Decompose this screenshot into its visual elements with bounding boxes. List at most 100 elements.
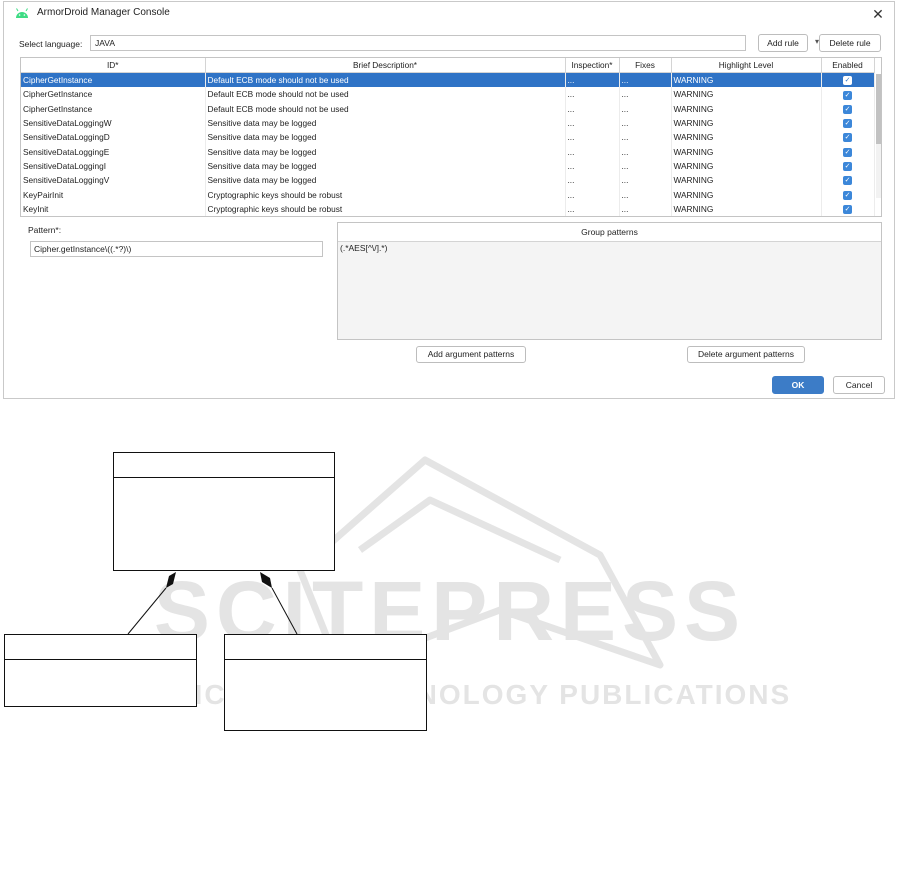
table-row[interactable]: CipherGetInstance Default ECB mode should… [21, 72, 875, 88]
cell-id[interactable]: SensitiveDataLoggingI [21, 158, 206, 174]
cell-fixes[interactable]: ... [619, 201, 672, 216]
add-argument-patterns-button[interactable]: Add argument patterns [416, 346, 526, 363]
ok-button[interactable]: OK [772, 376, 824, 394]
cell-inspection[interactable]: ... [565, 173, 620, 188]
cell-inspection[interactable]: ... [565, 144, 620, 159]
cell-highlight-level[interactable]: WARNING [671, 101, 822, 116]
cell-enabled: ✓ [821, 130, 875, 145]
cell-id[interactable]: CipherGetInstance [21, 101, 206, 116]
cell-highlight-level[interactable]: WARNING [671, 87, 822, 102]
table-row[interactable]: SensitiveDataLoggingW Sensitive data may … [21, 115, 875, 131]
cell-id[interactable]: SensitiveDataLoggingE [21, 144, 206, 159]
cell-description[interactable]: Default ECB mode should not be used [205, 72, 566, 88]
cell-fixes[interactable]: ... [619, 158, 672, 174]
table-row[interactable]: SensitiveDataLoggingE Sensitive data may … [21, 144, 875, 159]
cell-highlight-level[interactable]: WARNING [671, 201, 822, 216]
enabled-checkbox[interactable]: ✓ [843, 104, 852, 114]
table-row[interactable]: SensitiveDataLoggingI Sensitive data may … [21, 158, 875, 174]
enabled-checkbox[interactable]: ✓ [843, 162, 852, 172]
column-header-enabled[interactable]: Enabled [821, 58, 875, 73]
cell-fixes[interactable]: ... [619, 101, 672, 116]
cell-inspection[interactable]: ... [565, 87, 620, 102]
cell-id[interactable]: SensitiveDataLoggingW [21, 115, 206, 131]
cell-description[interactable]: Default ECB mode should not be used [205, 101, 566, 116]
table-row[interactable]: CipherGetInstance Default ECB mode should… [21, 101, 875, 116]
cell-fixes[interactable]: ... [619, 144, 672, 159]
delete-rule-button[interactable]: Delete rule [819, 34, 881, 52]
cell-description[interactable]: Sensitive data may be logged [205, 158, 566, 174]
cell-description[interactable]: Sensitive data may be logged [205, 130, 566, 145]
column-header-fixes[interactable]: Fixes [619, 58, 672, 73]
cell-fixes[interactable]: ... [619, 173, 672, 188]
column-header-inspection[interactable]: Inspection* [565, 58, 620, 73]
cell-description[interactable]: Default ECB mode should not be used [205, 87, 566, 102]
cell-highlight-level[interactable]: WARNING [671, 187, 822, 202]
cell-inspection[interactable]: ... [565, 115, 620, 131]
cell-highlight-level[interactable]: WARNING [671, 173, 822, 188]
uml-class-right [224, 634, 427, 731]
scrollbar-thumb[interactable] [876, 74, 881, 144]
column-header-highlight-level[interactable]: Highlight Level [671, 58, 822, 73]
cell-highlight-level[interactable]: WARNING [671, 158, 822, 174]
group-patterns-body [338, 242, 881, 339]
cell-description[interactable]: Cryptographic keys should be robust [205, 201, 566, 216]
delete-argument-patterns-button[interactable]: Delete argument patterns [687, 346, 805, 363]
cell-description[interactable]: Sensitive data may be logged [205, 144, 566, 159]
close-icon[interactable]: ✕ [868, 5, 888, 23]
cell-inspection[interactable]: ... [565, 158, 620, 174]
enabled-checkbox[interactable]: ✓ [843, 90, 852, 100]
table-row[interactable]: SensitiveDataLoggingV Sensitive data may … [21, 173, 875, 188]
enabled-checkbox[interactable]: ✓ [843, 133, 852, 143]
cell-id[interactable]: KeyInit [21, 201, 206, 216]
cell-inspection[interactable]: ... [565, 72, 620, 88]
cell-enabled: ✓ [821, 158, 875, 174]
cell-id[interactable]: SensitiveDataLoggingV [21, 173, 206, 188]
cell-id[interactable]: CipherGetInstance [21, 87, 206, 102]
table-row[interactable]: KeyPairInit Cryptographic keys should be … [21, 187, 875, 202]
cell-highlight-level[interactable]: WARNING [671, 130, 822, 145]
uml-class-parent-name [114, 453, 334, 478]
cell-inspection[interactable]: ... [565, 130, 620, 145]
enabled-checkbox[interactable]: ✓ [843, 176, 852, 186]
uml-class-parent [113, 452, 335, 571]
cell-highlight-level[interactable]: WARNING [671, 115, 822, 131]
column-header-description[interactable]: Brief Description* [205, 58, 566, 73]
enabled-checkbox[interactable]: ✓ [843, 119, 852, 129]
pattern-label: Pattern*: [28, 225, 62, 235]
cell-highlight-level[interactable]: WARNING [671, 144, 822, 159]
cell-description[interactable]: Sensitive data may be logged [205, 115, 566, 131]
enabled-checkbox[interactable]: ✓ [843, 204, 852, 214]
language-select-value: JAVA [95, 38, 115, 48]
cell-inspection[interactable]: ... [565, 101, 620, 116]
table-scrollbar[interactable] [876, 74, 881, 198]
cell-inspection[interactable]: ... [565, 201, 620, 216]
cell-highlight-level[interactable]: WARNING [671, 72, 822, 88]
uml-composition-diamond-left [166, 572, 176, 588]
cell-fixes[interactable]: ... [619, 72, 672, 88]
cancel-button[interactable]: Cancel [833, 376, 885, 394]
table-row[interactable]: SensitiveDataLoggingD Sensitive data may … [21, 130, 875, 145]
column-header-id[interactable]: ID* [21, 58, 206, 73]
cell-inspection[interactable]: ... [565, 187, 620, 202]
add-rule-button[interactable]: Add rule [758, 34, 808, 52]
enabled-checkbox[interactable]: ✓ [843, 76, 852, 86]
cell-fixes[interactable]: ... [619, 87, 672, 102]
cell-description[interactable]: Sensitive data may be logged [205, 173, 566, 188]
cell-enabled: ✓ [821, 201, 875, 216]
uml-composition-diamond-right [260, 572, 272, 588]
cell-id[interactable]: CipherGetInstance [21, 72, 206, 88]
pattern-input[interactable]: Cipher.getInstance\((.*?)\) [30, 241, 323, 257]
cell-description[interactable]: Cryptographic keys should be robust [205, 187, 566, 202]
cell-id[interactable]: SensitiveDataLoggingD [21, 130, 206, 145]
cell-fixes[interactable]: ... [619, 187, 672, 202]
title-bar[interactable]: ArmorDroid Manager Console ✕ [4, 2, 894, 28]
cell-id[interactable]: KeyPairInit [21, 187, 206, 202]
group-pattern-row[interactable]: (.*AES[^\/].*) [340, 243, 387, 253]
table-row[interactable]: KeyInit Cryptographic keys should be robu… [21, 201, 875, 216]
cell-fixes[interactable]: ... [619, 130, 672, 145]
language-select[interactable]: JAVA ▾ [90, 35, 819, 51]
enabled-checkbox[interactable]: ✓ [843, 190, 852, 200]
cell-fixes[interactable]: ... [619, 115, 672, 131]
enabled-checkbox[interactable]: ✓ [843, 147, 852, 157]
table-row[interactable]: CipherGetInstance Default ECB mode should… [21, 87, 875, 102]
